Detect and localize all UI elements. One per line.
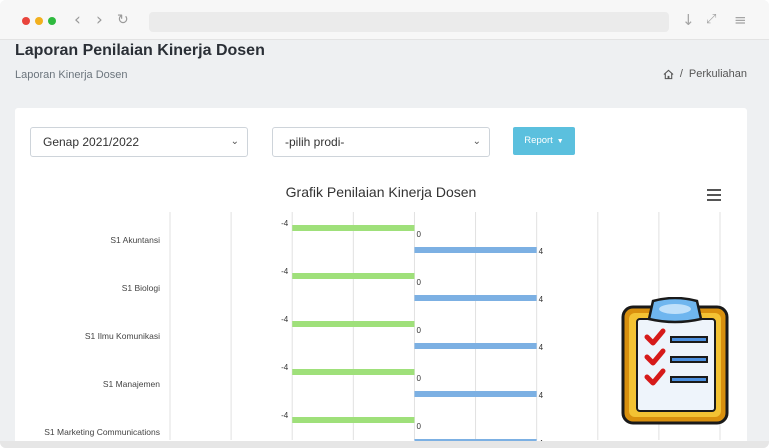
expand-icon[interactable]: ⤢ [706, 10, 716, 30]
bar [292, 321, 415, 327]
address-bar[interactable] [149, 12, 669, 32]
bar [292, 273, 415, 279]
bar [292, 417, 415, 423]
category-label: S1 Akuntansi [110, 235, 160, 245]
reload-icon[interactable]: ↻ [117, 10, 129, 30]
category-label: S1 Ilmu Komunikasi [85, 331, 160, 341]
browser-window: ‹ › ↻ ↓ ⤢ ≡ Laporan Penilaian Kinerja Do… [0, 0, 769, 448]
bar [414, 343, 537, 349]
category-label: S1 Marketing Communications [44, 427, 160, 437]
category-label: S1 Manajemen [103, 379, 160, 389]
forward-icon[interactable]: › [96, 10, 103, 30]
data-label: 0 [416, 374, 421, 383]
page-bottom-edge [0, 441, 769, 448]
data-label: 0 [416, 326, 421, 335]
browser-toolbar: ‹ › ↻ ↓ ⤢ ≡ [0, 0, 769, 40]
bar [414, 391, 537, 397]
data-label: -4 [281, 315, 289, 324]
maximize-window-icon[interactable] [48, 17, 56, 25]
breadcrumb-separator: / [679, 68, 683, 80]
data-label: -4 [281, 363, 289, 372]
data-label: 0 [416, 422, 421, 431]
data-label: 4 [539, 295, 544, 304]
back-icon[interactable]: ‹ [74, 10, 81, 30]
data-label: 4 [539, 343, 544, 352]
data-label: -4 [281, 411, 289, 420]
data-label: -4 [281, 267, 289, 276]
data-label: 0 [416, 278, 421, 287]
bar [292, 369, 415, 375]
page-subtitle: Laporan Kinerja Dosen [15, 69, 128, 81]
category-label: S1 Biologi [122, 283, 160, 293]
data-label: -4 [281, 219, 289, 228]
browser-menu-icon[interactable]: ≡ [734, 10, 747, 30]
bar [292, 225, 415, 231]
bar [414, 295, 537, 301]
download-icon[interactable]: ↓ [682, 10, 695, 30]
page-title: Laporan Penilaian Kinerja Dosen [15, 42, 265, 59]
data-label: 4 [539, 247, 544, 256]
home-icon[interactable] [663, 69, 674, 80]
data-label: 0 [416, 230, 421, 239]
breadcrumb: / Perkuliahan [663, 68, 747, 80]
close-window-icon[interactable] [22, 17, 30, 25]
clipboard-checklist-icon [621, 297, 729, 425]
data-label: 4 [539, 391, 544, 400]
bar [414, 247, 537, 253]
minimize-window-icon[interactable] [35, 17, 43, 25]
breadcrumb-current[interactable]: Perkuliahan [689, 68, 747, 80]
